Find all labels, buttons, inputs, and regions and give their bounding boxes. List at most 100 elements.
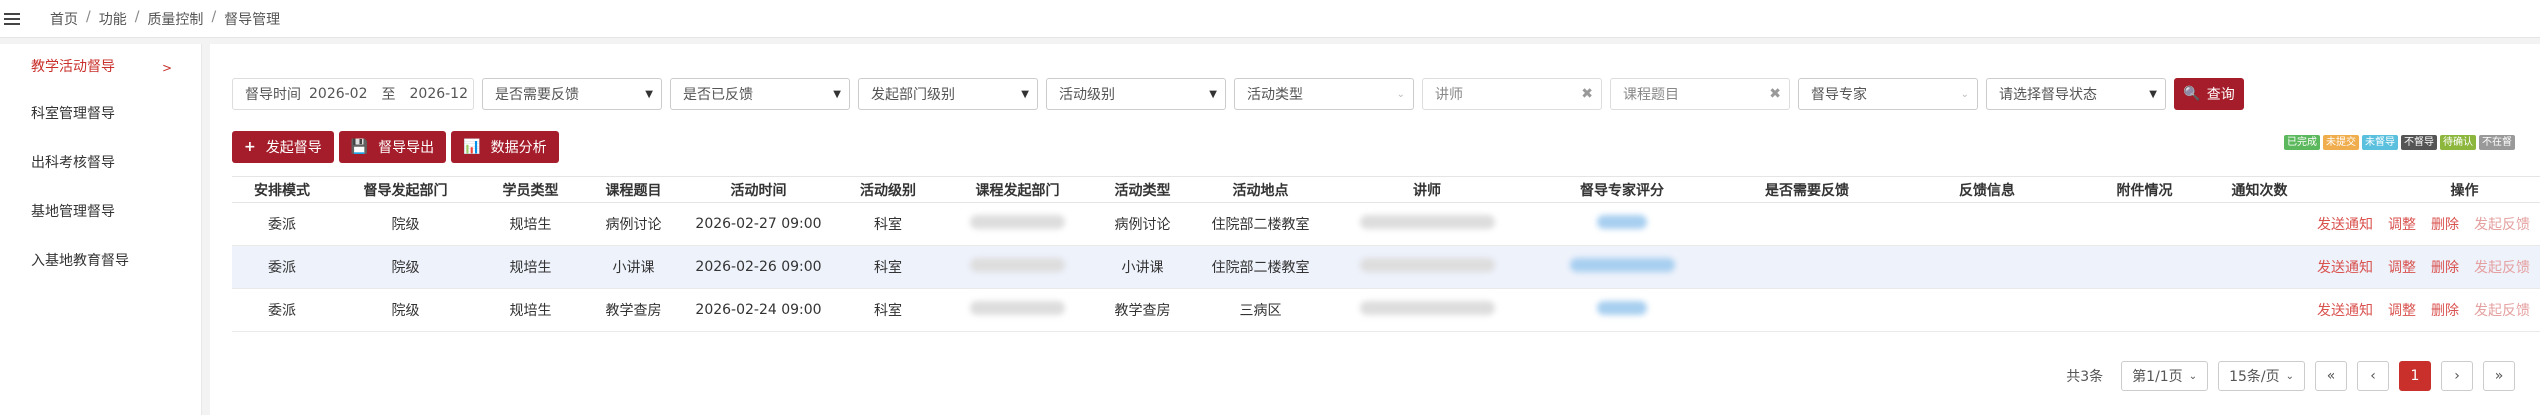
cell-dept: 院级 xyxy=(332,245,479,289)
redacted-text xyxy=(1359,258,1495,272)
hamburger-menu-icon[interactable] xyxy=(0,0,24,38)
cell-feedback-info xyxy=(1897,202,2077,246)
chevron-down-icon: ⌄ xyxy=(2188,370,2198,382)
cell-score xyxy=(1527,202,1717,246)
sidebar-item-teaching-activity[interactable]: 教学活动督导 > xyxy=(0,44,201,88)
first-page-button[interactable]: « xyxy=(2315,361,2347,391)
clear-icon[interactable]: ✖ xyxy=(1581,86,1593,102)
send-notice-link[interactable]: 发送通知 xyxy=(2317,214,2373,234)
query-button[interactable]: 🔍 查询 xyxy=(2174,78,2244,110)
page-size-select[interactable]: 15条/页 ⌄ xyxy=(2218,361,2305,391)
data-analysis-button[interactable]: 📊 数据分析 xyxy=(451,131,559,163)
page-1-button[interactable]: 1 xyxy=(2399,361,2431,391)
export-button[interactable]: 💾 督导导出 xyxy=(338,131,447,163)
cell-feedback-info xyxy=(1897,245,2077,289)
query-label: 查询 xyxy=(2206,87,2235,103)
teacher-input[interactable]: 讲师 ✖ xyxy=(1422,78,1602,110)
sidebar-item-dept-management[interactable]: 科室管理督导 xyxy=(0,88,201,137)
cell-level: 科室 xyxy=(832,288,944,332)
input-placeholder: 讲师 xyxy=(1435,87,1463,103)
chevron-down-icon: ▼ xyxy=(1209,88,1217,100)
cell-ops: 发送通知 调整 删除 发起反馈 xyxy=(2307,288,2540,332)
redacted-score[interactable] xyxy=(1569,258,1675,272)
cell-score xyxy=(1527,245,1717,289)
bar-chart-icon: 📊 xyxy=(463,139,481,155)
course-topic-input[interactable]: 课程题目 ✖ xyxy=(1610,78,1790,110)
search-icon: 🔍 xyxy=(2183,86,2201,102)
start-feedback-link[interactable]: 发起反馈 xyxy=(2474,257,2530,277)
table-row[interactable]: 委派 院级 规培生 小讲课 2026-02-26 09:00 科室 小讲课 住院… xyxy=(232,245,2540,289)
cell-feedback-info xyxy=(1897,288,2077,332)
adjust-link[interactable]: 调整 xyxy=(2388,214,2416,234)
select-value: 活动类型 xyxy=(1247,87,1303,103)
need-feedback-select[interactable]: 是否需要反馈 ▼ xyxy=(482,78,662,110)
sidebar-item-base-management[interactable]: 基地管理督导 xyxy=(0,186,201,235)
cell-trainee: 规培生 xyxy=(479,288,582,332)
clear-icon[interactable]: ✖ xyxy=(1769,86,1781,102)
chevron-down-icon: ⌄ xyxy=(2285,370,2294,382)
cell-notify-count xyxy=(2212,245,2307,289)
adjust-link[interactable]: 调整 xyxy=(2388,257,2416,277)
date-range-field[interactable]: 督导时间 2026-02 至 2026-12 xyxy=(232,78,474,110)
redacted-text xyxy=(970,301,1065,315)
col-header: 督导专家评分 xyxy=(1527,176,1717,203)
adjust-link[interactable]: 调整 xyxy=(2388,300,2416,320)
date-sep: 至 xyxy=(381,87,396,103)
status-select[interactable]: 请选择督导状态 ▼ xyxy=(1986,78,2166,110)
page-select[interactable]: 第1/1页 ⌄ xyxy=(2121,361,2209,391)
cell-type: 小讲课 xyxy=(1091,245,1194,289)
redacted-score[interactable] xyxy=(1597,215,1647,229)
prev-page-button[interactable]: ‹ xyxy=(2357,361,2389,391)
cell-place: 住院部二楼教室 xyxy=(1194,245,1327,289)
activity-level-select[interactable]: 活动级别 ▼ xyxy=(1046,78,1226,110)
sidebar-item-base-education[interactable]: 入基地教育督导 xyxy=(0,235,201,284)
cell-mode: 委派 xyxy=(232,245,332,289)
send-notice-link[interactable]: 发送通知 xyxy=(2317,300,2373,320)
has-feedback-select[interactable]: 是否已反馈 ▼ xyxy=(670,78,850,110)
cell-topic: 小讲课 xyxy=(582,245,685,289)
sidebar-item-rotation-exam[interactable]: 出科考核督导 xyxy=(0,137,201,186)
start-feedback-link[interactable]: 发起反馈 xyxy=(2474,300,2530,320)
select-value: 发起部门级别 xyxy=(871,87,955,103)
cell-need-feedback xyxy=(1717,288,1897,332)
send-notice-link[interactable]: 发送通知 xyxy=(2317,257,2373,277)
action-toolbar: + 发起督导 💾 督导导出 📊 数据分析 xyxy=(232,131,559,163)
table-header-row: 安排模式 督导发起部门 学员类型 课程题目 活动时间 活动级别 课程发起部门 活… xyxy=(232,176,2540,203)
button-label: 督导导出 xyxy=(378,140,435,156)
redacted-score[interactable] xyxy=(1597,301,1647,315)
page-size-value: 15条/页 xyxy=(2229,369,2280,385)
start-supervision-button[interactable]: + 发起督导 xyxy=(232,131,334,163)
delete-link[interactable]: 删除 xyxy=(2431,214,2459,234)
status-legend: 已完成 未提交 未督导 不督导 待确认 不在督 xyxy=(2284,135,2515,150)
col-header: 反馈信息 xyxy=(1897,176,2077,203)
date-from[interactable]: 2026-02 xyxy=(309,86,368,102)
cell-time: 2026-02-26 09:00 xyxy=(685,245,832,289)
activity-type-select[interactable]: 活动类型 ⌄ xyxy=(1234,78,1414,110)
chevron-down-icon: ⌄ xyxy=(1396,88,1405,100)
sidebar-item-label: 科室管理督导 xyxy=(31,105,115,122)
cell-level: 科室 xyxy=(832,202,944,246)
cell-type: 病例讨论 xyxy=(1091,202,1194,246)
cell-notify-count xyxy=(2212,288,2307,332)
next-page-button[interactable]: › xyxy=(2441,361,2473,391)
cell-need-feedback xyxy=(1717,245,1897,289)
table-row[interactable]: 委派 院级 规培生 病例讨论 2026-02-27 09:00 科室 病例讨论 … xyxy=(232,202,2540,246)
select-value: 活动级别 xyxy=(1059,87,1115,103)
chevron-down-icon: ⌄ xyxy=(1960,88,1969,100)
sidebar-item-label: 入基地教育督导 xyxy=(31,252,129,269)
table-row[interactable]: 委派 院级 规培生 教学查房 2026-02-24 09:00 科室 教学查房 … xyxy=(232,288,2540,332)
breadcrumb-function[interactable]: 功能 xyxy=(99,9,127,29)
delete-link[interactable]: 删除 xyxy=(2431,300,2459,320)
date-to[interactable]: 2026-12 xyxy=(410,86,469,102)
cell-time: 2026-02-24 09:00 xyxy=(685,288,832,332)
dept-level-select[interactable]: 发起部门级别 ▼ xyxy=(858,78,1038,110)
expert-select[interactable]: 督导专家 ⌄ xyxy=(1798,78,1978,110)
col-header: 是否需要反馈 xyxy=(1717,176,1897,203)
start-feedback-link[interactable]: 发起反馈 xyxy=(2474,214,2530,234)
last-page-button[interactable]: » xyxy=(2483,361,2515,391)
breadcrumb-home[interactable]: 首页 xyxy=(50,9,78,29)
delete-link[interactable]: 删除 xyxy=(2431,257,2459,277)
redacted-text xyxy=(1359,301,1495,315)
breadcrumb-quality-control[interactable]: 质量控制 xyxy=(147,9,203,29)
select-value: 是否需要反馈 xyxy=(495,87,579,103)
